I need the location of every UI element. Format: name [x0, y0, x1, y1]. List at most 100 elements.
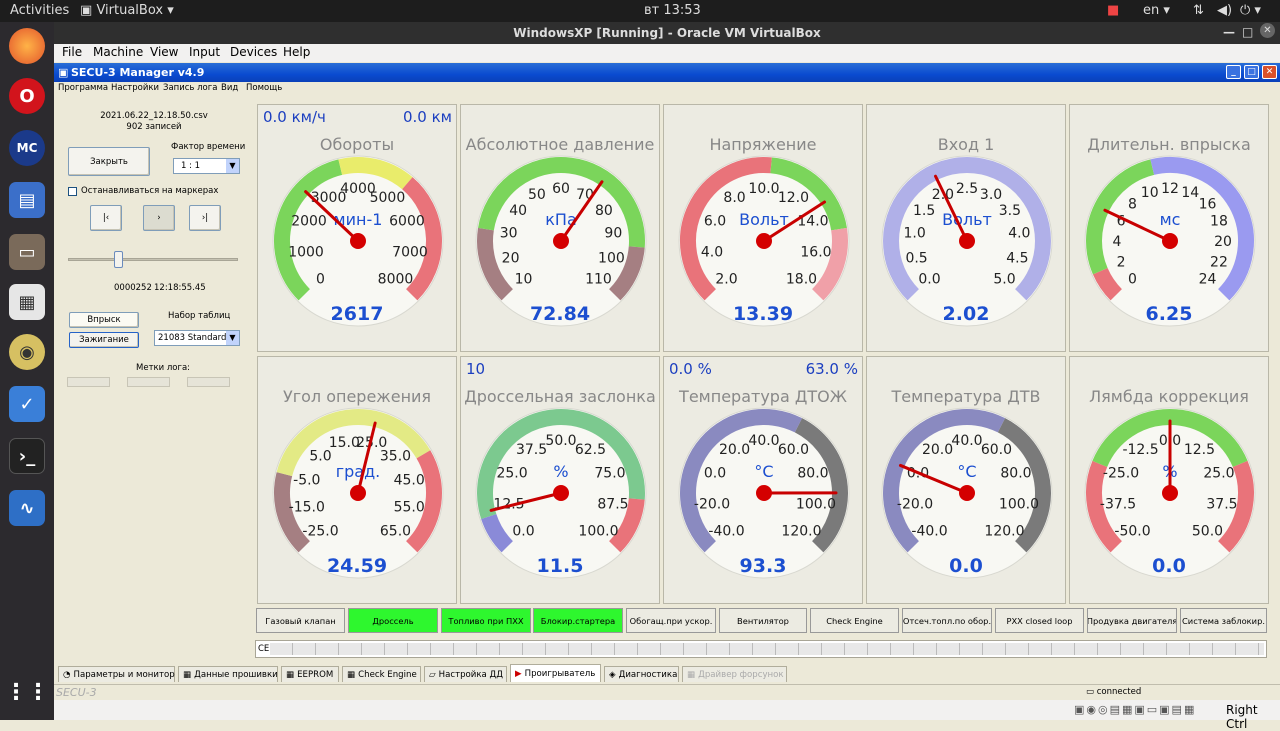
xp-close-icon[interactable]: ✕ [1262, 65, 1277, 79]
menu-view[interactable]: View [150, 45, 178, 59]
table-set-value: 21083 Standard [158, 333, 226, 343]
gauge-tick-label: 4.0 [1008, 226, 1030, 242]
time-factor-label: Фактор времени [171, 142, 245, 152]
maximize-icon[interactable]: □ [1242, 25, 1253, 39]
indicator-8: РХХ closed loop [995, 608, 1084, 633]
app-menu[interactable]: ▣ VirtualBox ▾ [80, 3, 174, 18]
gauge-panel-9: Лямбда коррекция-50.0-37.5-25.0-12.50.01… [1069, 356, 1269, 604]
gauge-tick-label: 14 [1181, 185, 1199, 201]
gauge-tick-label: 0 [316, 271, 325, 287]
gauge-title: Обороты [258, 135, 456, 154]
menu-machine[interactable]: Machine [93, 45, 143, 59]
menu-log[interactable]: Запись лога [163, 83, 217, 93]
time-factor-select[interactable]: 1 : 1 ▼ [173, 158, 240, 174]
clock[interactable]: вт 13:53 [644, 3, 701, 18]
tab-6[interactable]: ◈Диагностика [604, 666, 679, 682]
gauge-tick-label: 50.0 [545, 433, 576, 449]
table-set-select[interactable]: 21083 Standard ▼ [154, 330, 240, 346]
stop-markers-checkbox[interactable] [68, 187, 77, 196]
position-slider-thumb[interactable] [114, 251, 123, 268]
menu-help-ru[interactable]: Помощь [246, 83, 282, 93]
network-icon[interactable]: ⇅ [1193, 3, 1204, 18]
menu-devices[interactable]: Devices [230, 45, 277, 59]
firefox-icon[interactable] [9, 28, 45, 64]
position-slider-track[interactable] [68, 258, 238, 261]
gauge-tick-label: -50.0 [1114, 523, 1150, 539]
menu-input[interactable]: Input [189, 45, 220, 59]
gauge-tick-label: 75.0 [594, 466, 625, 482]
tab-label: Диагностика [619, 670, 678, 680]
gauge-tick-label: 20 [1214, 234, 1232, 250]
gauge-tick-label: 20.0 [922, 442, 953, 458]
editor-icon[interactable]: ▤ [9, 182, 45, 218]
midnight-commander-icon[interactable]: MC [9, 130, 45, 166]
close-log-button[interactable]: Закрыть [68, 147, 150, 176]
files-icon[interactable]: ▭ [9, 234, 45, 270]
tab-label: Проигрыватель [525, 669, 596, 679]
xp-minimize-icon[interactable]: _ [1226, 65, 1241, 79]
gauge-tick-label: -25.0 [1103, 466, 1139, 482]
gauge-tick-label: 100.0 [999, 496, 1039, 512]
language-indicator[interactable]: en ▾ [1143, 3, 1170, 18]
gauge-unit: % [553, 462, 568, 481]
gauge-value: 93.3 [664, 555, 862, 577]
gauge-tick-label: 2.0 [715, 271, 737, 287]
gauge-tick-label: 5000 [370, 190, 406, 206]
connection-status: ▭ connected [1086, 687, 1141, 697]
indicator-9: Продувка двигателя [1087, 608, 1177, 633]
tab-0[interactable]: ◔Параметры и монитор [58, 666, 175, 682]
menu-program[interactable]: Программа [58, 83, 108, 93]
gauge-tick-label: -20.0 [694, 496, 730, 512]
tab-3[interactable]: ▦Check Engine [342, 666, 421, 682]
activities-button[interactable]: Activities [10, 3, 69, 18]
show-apps-icon[interactable]: ⋮⋮ [9, 674, 45, 710]
record-icon[interactable]: ■ [1107, 3, 1119, 18]
menu-view-ru[interactable]: Вид [221, 83, 238, 93]
opera-icon[interactable]: O [9, 78, 45, 114]
xp-maximize-icon[interactable]: □ [1244, 65, 1259, 79]
minimize-icon[interactable]: — [1223, 25, 1235, 39]
vbox-device-icons[interactable]: ▣◉◎▤▦▣▭▣▤▦ [1074, 703, 1196, 716]
tab-5[interactable]: ▶Проигрыватель [510, 664, 601, 682]
terminal-icon[interactable]: ›_ [9, 438, 45, 474]
secu3-menubar: Программа Настройки Запись лога Вид Помо… [54, 82, 1280, 96]
close-icon[interactable]: ✕ [1260, 23, 1275, 38]
ignition-tables-button[interactable]: Зажигание [69, 332, 139, 348]
gauge-panel-2: Напряжение2.04.06.08.010.012.014.016.018… [663, 104, 863, 352]
system-monitor-icon[interactable]: ∿ [9, 490, 45, 526]
play-button[interactable]: › [143, 205, 175, 231]
gauge-value: 13.39 [664, 303, 862, 325]
gauge-title: Напряжение [664, 135, 862, 154]
gauge-tick-label: 30 [500, 226, 518, 242]
virtualbox-menubar: File Machine View Input Devices Help [54, 44, 1280, 62]
gauge-tick-label: 5.0 [309, 449, 331, 465]
tab-4[interactable]: ▱Настройка ДД [424, 666, 507, 682]
gauge-tick-label: 8 [1128, 197, 1137, 213]
indicator-7: Отсеч.топл.по обор. [902, 608, 992, 633]
gauge-tick-label: 24 [1199, 271, 1217, 287]
connection-icon: ▭ [1086, 687, 1097, 697]
rewind-button[interactable]: |‹ [90, 205, 122, 231]
tab-2[interactable]: ▦EEPROM [281, 666, 339, 682]
tab-label: Настройка ДД [439, 670, 503, 680]
tab-label: Check Engine [358, 670, 417, 680]
stop-markers-label: Останавливаться на маркерах [81, 186, 218, 196]
tab-1[interactable]: ▦Данные прошивки [178, 666, 278, 682]
menu-help[interactable]: Help [283, 45, 310, 59]
gauge-tick-label: 4.0 [701, 244, 723, 260]
tasks-icon[interactable]: ✓ [9, 386, 45, 422]
fast-forward-button[interactable]: ›| [189, 205, 221, 231]
disk-icon[interactable]: ◉ [9, 334, 45, 370]
power-icon[interactable]: ⏻ ▾ [1240, 3, 1261, 18]
menu-file[interactable]: File [62, 45, 82, 59]
gauge-value: 2.02 [867, 303, 1065, 325]
indicator-10: Система заблокир. [1180, 608, 1267, 633]
menu-settings[interactable]: Настройки [111, 83, 159, 93]
player-panel: 2021.06.22_12.18.50.csv 902 записей Закр… [54, 96, 254, 656]
volume-icon[interactable]: ◀) [1217, 3, 1232, 18]
gauge-tick-label: 1000 [288, 244, 324, 260]
gauge-tick-label: 10 [1141, 185, 1159, 201]
inject-tables-button[interactable]: Впрыск [69, 312, 139, 328]
tab-7[interactable]: ▦Драйвер форсунок [682, 666, 787, 682]
calculator-icon[interactable]: ▦ [9, 284, 45, 320]
